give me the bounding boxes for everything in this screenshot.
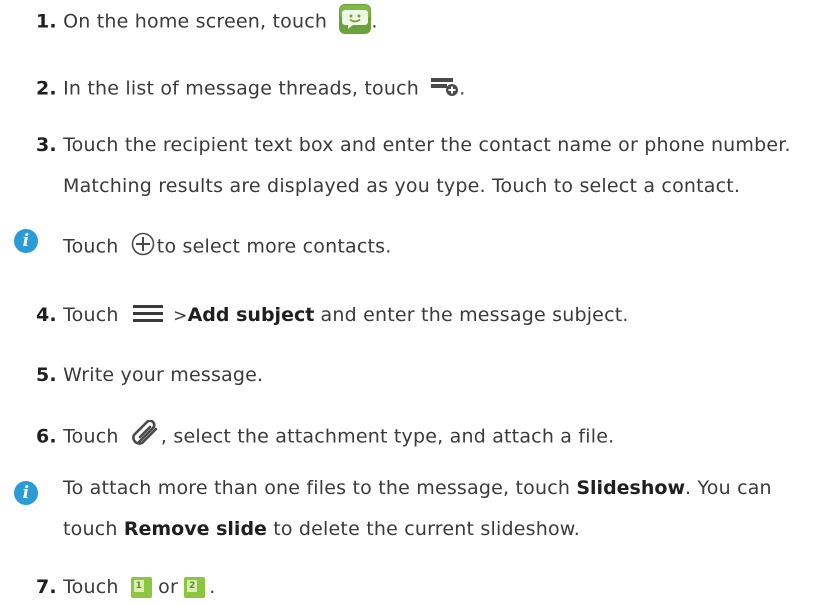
- step-1: 1. On the home screen, touch .: [36, 4, 378, 40]
- note-text: touch: [63, 518, 118, 540]
- step-6: 6. Touch , select the attachment type, a…: [36, 419, 615, 454]
- new-message-icon: [431, 75, 459, 103]
- step-text-end: .: [459, 77, 466, 100]
- step-text: In the list of message threads, touch: [63, 77, 419, 100]
- step-number: 2.: [36, 77, 57, 100]
- messaging-app-icon: [339, 4, 372, 40]
- step-2: 2. In the list of message threads, touch…: [36, 75, 466, 103]
- step-7: 7. Touch 1 or 2.: [36, 575, 215, 599]
- step-text: , select the attachment type, and attach…: [160, 425, 615, 448]
- menu-icon: [132, 304, 163, 328]
- step-text: Touch: [63, 425, 119, 448]
- sim2-label: 2: [187, 580, 198, 592]
- step-text: or: [158, 576, 178, 598]
- step-text: Touch: [63, 576, 119, 598]
- step-number: 6.: [36, 425, 57, 448]
- step-text: On the home screen, touch: [63, 10, 328, 33]
- note-1: Touch to select more contacts.: [63, 232, 392, 262]
- note-text: . You can: [685, 477, 772, 499]
- info-icon: i: [14, 481, 38, 505]
- sim1-icon: 1: [130, 577, 152, 598]
- step-5: 5. Write your message.: [36, 363, 263, 387]
- step-text-end: .: [371, 10, 378, 33]
- step-text: and enter the message subject.: [320, 304, 629, 326]
- step-text: Write your message.: [63, 364, 264, 386]
- step-number: 7.: [36, 576, 57, 598]
- step-number: 5.: [36, 364, 57, 386]
- step-4: 4. Touch >Add subject and enter the mess…: [36, 303, 629, 328]
- menu-separator: >: [173, 306, 188, 326]
- step-text: Matching results are displayed as you ty…: [63, 175, 741, 197]
- sim2-icon: 2: [184, 577, 206, 598]
- add-subject-label: Add subject: [187, 304, 315, 326]
- remove-slide-label: Remove slide: [123, 518, 267, 540]
- note-text: to delete the current slideshow.: [273, 518, 581, 540]
- step-3: 3. Touch the recipient text box and ente…: [36, 133, 791, 157]
- note-text: To attach more than one files to the mes…: [63, 477, 571, 499]
- step-text: Touch: [63, 304, 119, 326]
- info-icon: i: [14, 229, 38, 253]
- step-3-continued: Matching results are displayed as you ty…: [63, 174, 740, 198]
- note-text: to select more contacts.: [156, 235, 392, 258]
- step-number: 4.: [36, 304, 57, 326]
- note-text: Touch: [63, 235, 119, 258]
- attachment-icon: [131, 419, 161, 454]
- note-2-continued: touch Remove slide to delete the current…: [63, 517, 580, 541]
- step-number: 3.: [36, 134, 57, 156]
- step-number: 1.: [36, 10, 57, 33]
- note-2: To attach more than one files to the mes…: [63, 476, 772, 500]
- add-contact-icon: [131, 232, 155, 262]
- sim1-label: 1: [133, 580, 144, 592]
- step-text: Touch the recipient text box and enter t…: [63, 134, 791, 156]
- step-text-end: .: [209, 576, 216, 598]
- slideshow-label: Slideshow: [576, 477, 685, 499]
